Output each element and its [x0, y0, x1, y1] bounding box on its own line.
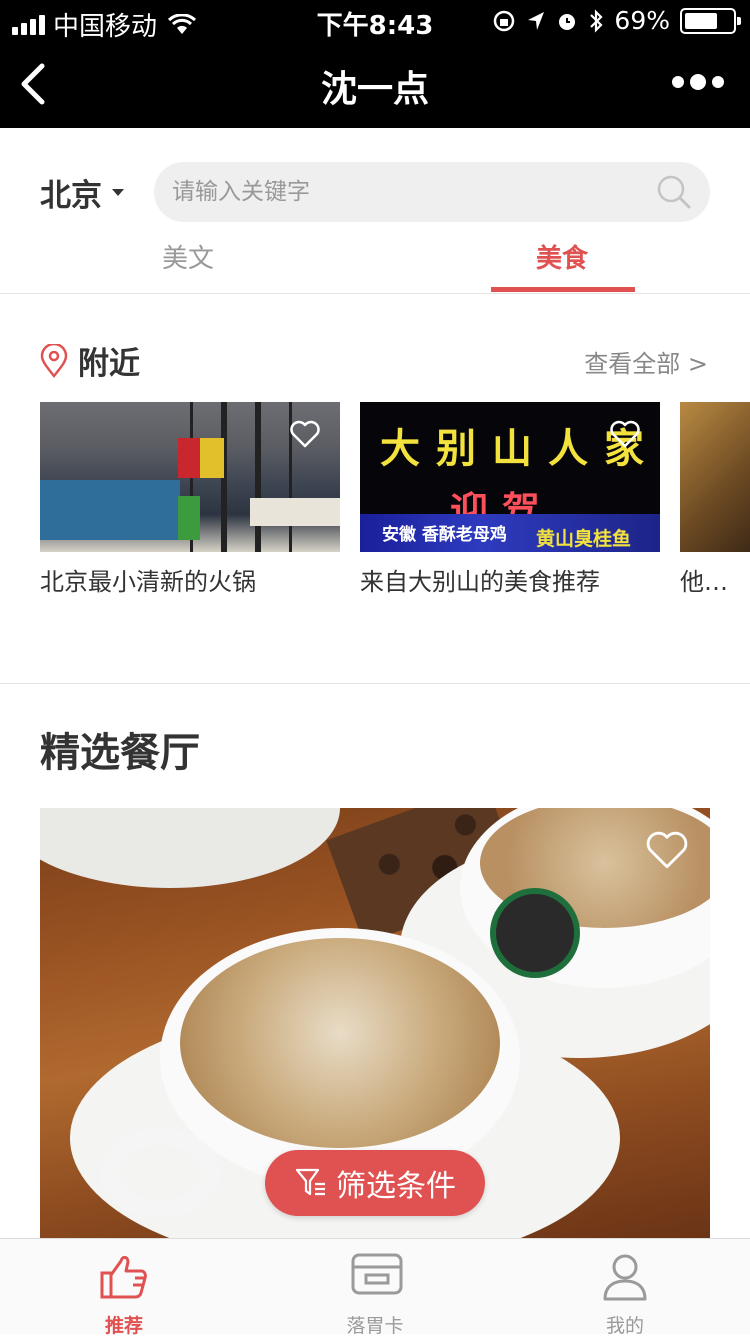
- alarm-icon: [559, 13, 576, 30]
- more-options-button[interactable]: [672, 74, 724, 90]
- card-icon: [351, 1253, 403, 1295]
- battery-percent: 69%: [614, 6, 670, 35]
- featured-title: 精选餐厅: [40, 730, 200, 776]
- active-tab-indicator: [491, 287, 635, 292]
- caret-down-icon: [112, 189, 124, 196]
- nav-bar: 沈一点: [0, 40, 750, 128]
- nearby-card[interactable]: 他…: [680, 402, 750, 597]
- nearby-header: 附近: [40, 338, 140, 383]
- search-input[interactable]: [172, 162, 642, 222]
- rotation-lock-icon: [494, 10, 515, 31]
- card-caption: 来自大别山的美食推荐: [360, 568, 600, 596]
- status-bar: 中国移动 下午8:43 69%: [0, 0, 750, 42]
- tab-bar-item-card[interactable]: 落胃卡: [295, 1239, 455, 1337]
- location-pin-icon: [40, 343, 68, 378]
- nearby-card[interactable]: 大别山人家 迎驾 安徽 香酥老母鸡 黄山臭桂鱼 来自大别山的美食推荐: [360, 402, 660, 597]
- status-right: 69%: [492, 6, 741, 35]
- view-all-link[interactable]: 查看全部 >: [584, 344, 708, 379]
- tab-bar-item-recommend[interactable]: 推荐: [44, 1239, 204, 1337]
- dot-icon: [672, 76, 684, 88]
- tab-bar: 推荐 落胃卡 我的: [0, 1238, 750, 1337]
- restaurant-photo: 大别山人家 迎驾 安徽 香酥老母鸡 黄山臭桂鱼: [360, 402, 660, 552]
- heart-icon[interactable]: [610, 420, 640, 448]
- filter-button[interactable]: 筛选条件: [265, 1150, 485, 1216]
- battery-icon: [680, 7, 741, 34]
- thumbs-up-icon: [100, 1255, 147, 1299]
- nearby-title: 附近: [78, 346, 140, 382]
- card-caption: 他…: [680, 568, 728, 596]
- location-arrow-icon: [528, 11, 545, 30]
- page-title: 沈一点: [320, 69, 429, 110]
- restaurant-photo: [680, 402, 750, 552]
- filter-icon: [295, 1168, 325, 1196]
- heart-icon[interactable]: [646, 830, 688, 870]
- card-caption: 北京最小清新的火锅: [40, 568, 256, 596]
- sign-text: 安徽 香酥老母鸡: [382, 525, 507, 545]
- restaurant-photo: [40, 402, 340, 552]
- tab-meishi[interactable]: 美食: [536, 238, 588, 275]
- sign-text: 黄山臭桂鱼: [536, 528, 632, 550]
- heart-icon[interactable]: [290, 420, 320, 448]
- city-selector[interactable]: 北京: [40, 170, 124, 215]
- bluetooth-icon: [590, 8, 603, 33]
- dot-icon: [690, 74, 706, 90]
- divider: [0, 683, 750, 684]
- user-icon: [603, 1254, 647, 1301]
- search-bar[interactable]: [154, 162, 710, 222]
- tab-bar-item-mine[interactable]: 我的: [545, 1239, 705, 1337]
- nearby-card[interactable]: 北京最小清新的火锅: [40, 402, 340, 597]
- filter-button-label: 筛选条件: [336, 1169, 456, 1204]
- divider: [0, 293, 750, 294]
- dot-icon: [712, 76, 724, 88]
- city-label: 北京: [40, 178, 102, 214]
- search-icon[interactable]: [656, 174, 692, 210]
- tab-meiwen[interactable]: 美文: [162, 238, 214, 275]
